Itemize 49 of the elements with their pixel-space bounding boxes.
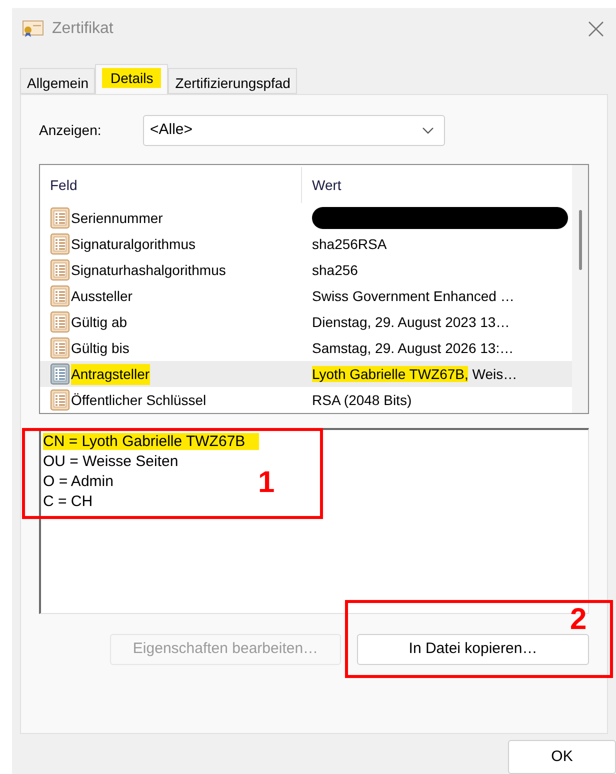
table-cell-text: Öffentlicher Schlüssel [71,390,206,410]
table-cell: sha256 [312,262,358,278]
table-cell: Swiss Government Enhanced … [312,288,514,304]
document-list-icon [50,207,70,229]
certificate-icon [22,20,44,38]
table-row[interactable]: Gültig bis Samstag, 29. August 2026 13:… [40,335,572,361]
column-header[interactable]: Feld [40,167,302,203]
table-cell: Samstag, 29. August 2026 13:… [312,340,514,356]
table-cell: Antragsteller [71,364,150,384]
document-list-icon [50,389,70,411]
show-dropdown[interactable]: <Alle> [143,115,445,146]
table-cell-text: Seriennummer [71,208,163,228]
document-list-icon [50,311,70,333]
document-list-icon [50,337,70,359]
chevron-down-icon [422,126,434,134]
table-row[interactable]: Antragsteller Lyoth Gabrielle TWZ67B, Weis… [40,361,572,387]
ok-button[interactable]: OK [508,740,616,774]
tab[interactable]: Details [95,64,168,94]
scrollbar[interactable] [572,165,588,413]
detail-line: O = Admin [43,473,114,490]
table-row[interactable]: Aussteller Swiss Government Enhanced … [40,283,572,309]
table-row[interactable]: Öffentlicher Schlüssel RSA (2048 Bits) [40,387,572,413]
action-button[interactable]: In Datei kopieren… [357,634,589,665]
table-cell-text: Gültig ab [71,312,128,332]
annotation-number: 1 [258,466,275,500]
table-row[interactable]: Signaturalgorithmus sha256RSA [40,231,572,257]
window-title: Zertifikat [52,19,114,39]
table-row[interactable]: Signaturhashalgorithmus sha256 [40,257,572,283]
show-label: Anzeigen: [39,121,102,140]
tab[interactable]: Zertifizierungspfad [168,68,298,94]
document-list-icon [50,259,70,281]
document-list-icon [50,233,70,255]
table-cell: Lyoth Gabrielle TWZ67B, Weis… [312,366,518,382]
table-cell-text: Signaturhashalgorithmus [71,260,226,280]
document-list-icon [50,363,70,385]
detail-line: OU = Weisse Seiten [43,453,178,470]
table-cell: sha256RSA [312,236,387,252]
table-cell: Dienstag, 29. August 2023 13… [312,314,510,330]
tab[interactable]: Allgemein [20,68,96,94]
table-cell-text: Gültig bis [71,338,130,358]
table-row[interactable]: Seriennummer [40,205,572,231]
table-cell-text: Signaturalgorithmus [71,234,196,254]
document-list-icon [50,285,70,307]
detail-line: C = CH [43,493,93,510]
table-row[interactable]: Gültig ab Dienstag, 29. August 2023 13… [40,309,572,335]
close-icon[interactable] [588,21,604,37]
table-cell-text: Aussteller [71,286,132,306]
table-cell: RSA (2048 Bits) [312,392,412,408]
column-header[interactable]: Wert [302,167,342,203]
